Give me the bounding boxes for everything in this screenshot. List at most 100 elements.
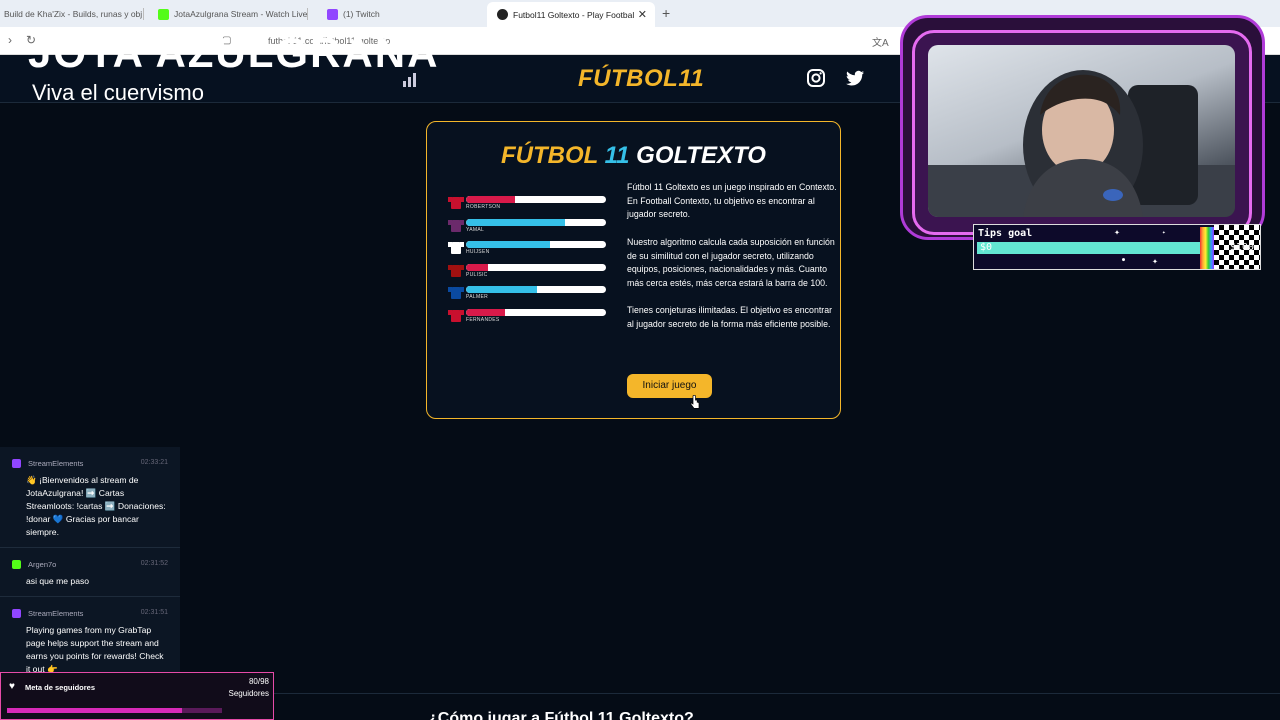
streamer-silhouette xyxy=(928,70,1235,217)
similarity-fill xyxy=(466,241,550,249)
follower-goal-widget: ♥ Meta de seguidores 80/98 Seguidores xyxy=(0,672,274,720)
sparkle-icon: ✦ xyxy=(1114,227,1121,238)
game-description: Fútbol 11 Goltexto es un juego inspirado… xyxy=(627,181,837,345)
site-logo[interactable]: FÚTBOL11 xyxy=(578,65,704,93)
stats-icon[interactable] xyxy=(403,73,419,87)
similarity-bar xyxy=(466,218,606,226)
player-name: ROBERTSON xyxy=(466,204,501,210)
chat-username: StreamElements xyxy=(28,609,84,618)
overlay-subtitle: Viva el cuervismo xyxy=(32,80,204,105)
follower-goal-bar xyxy=(7,708,222,713)
card-title-11: 11 xyxy=(604,142,630,169)
webcam-video xyxy=(928,45,1235,217)
shirt-icon xyxy=(448,197,464,209)
similarity-fill xyxy=(466,286,538,294)
tips-goal-widget: Tips goal $0 $100 ✦ ✦ ✦ ● xyxy=(973,224,1261,270)
instagram-icon[interactable] xyxy=(806,68,826,88)
forward-icon[interactable]: › xyxy=(8,33,12,47)
twitch-icon xyxy=(327,8,338,20)
chat-message: StreamElements 02:31:51 Playing games fr… xyxy=(0,597,180,672)
translate-icon[interactable]: 文A xyxy=(872,34,889,49)
sparkle-icon: ✦ xyxy=(1152,256,1159,267)
tab-futbol11[interactable]: Futbol11 Goltexto - Play Footbal ✕ xyxy=(487,2,655,27)
similarity-bar xyxy=(466,308,606,316)
twitch-icon xyxy=(12,609,21,618)
shirt-icon xyxy=(448,264,464,277)
similarity-fill xyxy=(466,196,515,203)
section-divider xyxy=(274,693,1280,694)
description-paragraph-2: Nuestro algoritmo calcula cada suposició… xyxy=(627,236,835,288)
similarity-bar xyxy=(466,263,606,271)
follower-goal-fill xyxy=(7,708,183,713)
chat-text: asi que me paso xyxy=(26,576,90,586)
rainbow-stripes xyxy=(1200,227,1214,269)
sparkle-icon: ● xyxy=(1122,257,1126,263)
chat-timestamp: 02:31:51 xyxy=(140,609,168,616)
guess-row: FERNANDES xyxy=(448,307,609,330)
tips-goal-current: $0 xyxy=(980,242,993,253)
shirt-icon xyxy=(448,242,464,255)
how-to-play-heading: ¿Cómo jugar a Fútbol 11 Goltexto? xyxy=(428,710,694,720)
game-intro-card: FÚTBOL 11 GOLTEXTO ROBERTSON YAMAL HUIJSEN… xyxy=(426,121,841,419)
player-name: HUIJSEN xyxy=(466,249,490,256)
similarity-fill xyxy=(466,263,489,271)
player-name: YAMAL xyxy=(466,226,485,233)
sparkle-icon: ✦ xyxy=(1162,229,1166,236)
kick-icon xyxy=(158,8,169,20)
chat-timestamp: 02:31:52 xyxy=(140,560,168,567)
guess-row: PALMER xyxy=(448,284,609,307)
overlay-title-text: JOTA AZULGRANA xyxy=(28,30,440,74)
similarity-bar xyxy=(466,286,606,294)
tab-twitch[interactable]: (1) Twitch xyxy=(327,4,477,24)
guess-row: YAMAL xyxy=(448,217,609,240)
twitter-icon[interactable] xyxy=(845,68,865,88)
follower-goal-count: 80/98 xyxy=(248,677,269,686)
chat-text: 👋 ¡Bienvenidos al stream de JotaAzulgran… xyxy=(26,475,166,537)
guess-row: ROBERTSON xyxy=(448,194,609,217)
similarity-bar xyxy=(466,196,606,203)
twitch-icon xyxy=(12,459,21,468)
similarity-fill xyxy=(466,218,566,226)
shirt-icon xyxy=(448,219,464,232)
heart-icon: ♥ xyxy=(9,681,15,692)
tab-futbol11-label: Futbol11 Goltexto - Play Footbal xyxy=(513,9,635,20)
guess-row: PULISIC xyxy=(448,262,609,285)
tips-goal-target: $100 xyxy=(1229,242,1254,253)
description-paragraph-3: Tienes conjeturas ilimitadas. El objetiv… xyxy=(627,305,833,329)
tab-kick-label: JotaAzulgrana Stream - Watch Live o xyxy=(174,9,308,19)
description-paragraph-1: Fútbol 11 Goltexto es un juego inspirado… xyxy=(627,182,837,220)
tab-kick-stream[interactable]: JotaAzulgrana Stream - Watch Live o xyxy=(158,4,308,24)
player-name: PALMER xyxy=(466,294,488,301)
similarity-fill xyxy=(466,308,506,316)
similarity-bar xyxy=(466,241,606,249)
tab-khazix-label: Build de Kha'Zix - Builds, runas y obj xyxy=(4,9,143,19)
tips-goal-title: Tips goal xyxy=(978,228,1033,239)
chat-message: Argen7o 02:31:52 asi que me paso xyxy=(0,548,180,597)
chat-timestamp: 02:33:21 xyxy=(140,459,168,466)
shirt-icon xyxy=(448,287,464,300)
follower-goal-sub: Seguidores xyxy=(228,689,269,698)
example-guess-bars: ROBERTSON YAMAL HUIJSEN PULISIC PALMER FERNAN… xyxy=(448,194,609,330)
card-title-goltexto: GOLTEXTO xyxy=(636,142,766,169)
follower-goal-label: Meta de seguidores xyxy=(25,683,96,692)
close-tab-icon[interactable]: ✕ xyxy=(638,8,647,21)
kick-icon xyxy=(12,560,21,569)
tab-twitch-label: (1) Twitch xyxy=(343,9,380,19)
chat-message: StreamElements 02:33:21 👋 ¡Bienvenidos a… xyxy=(0,447,180,548)
chat-username: StreamElements xyxy=(28,459,84,468)
stream-screen: Build de Kha'Zix - Builds, runas y obj J… xyxy=(0,0,1280,720)
chat-username: Argen7o xyxy=(28,560,57,569)
chat-overlay: StreamElements 02:33:21 👋 ¡Bienvenidos a… xyxy=(0,447,180,672)
player-name: PULISIC xyxy=(466,271,488,278)
overlay-title: JOTA AZULGRANA xyxy=(28,30,440,74)
guess-row: HUIJSEN xyxy=(448,239,609,262)
card-title-futbol: FÚTBOL xyxy=(501,142,598,169)
tab-khazix[interactable]: Build de Kha'Zix - Builds, runas y obj xyxy=(4,4,144,24)
player-name: FERNANDES xyxy=(466,316,500,323)
new-tab-icon[interactable]: + xyxy=(662,5,670,21)
chat-text: Playing games from my GrabTap page helps… xyxy=(26,625,164,672)
shirt-icon xyxy=(448,309,464,322)
futbol11-favicon-icon xyxy=(497,9,508,20)
card-title: FÚTBOL 11 GOLTEXTO xyxy=(427,142,840,170)
mouse-cursor-icon xyxy=(690,395,700,409)
